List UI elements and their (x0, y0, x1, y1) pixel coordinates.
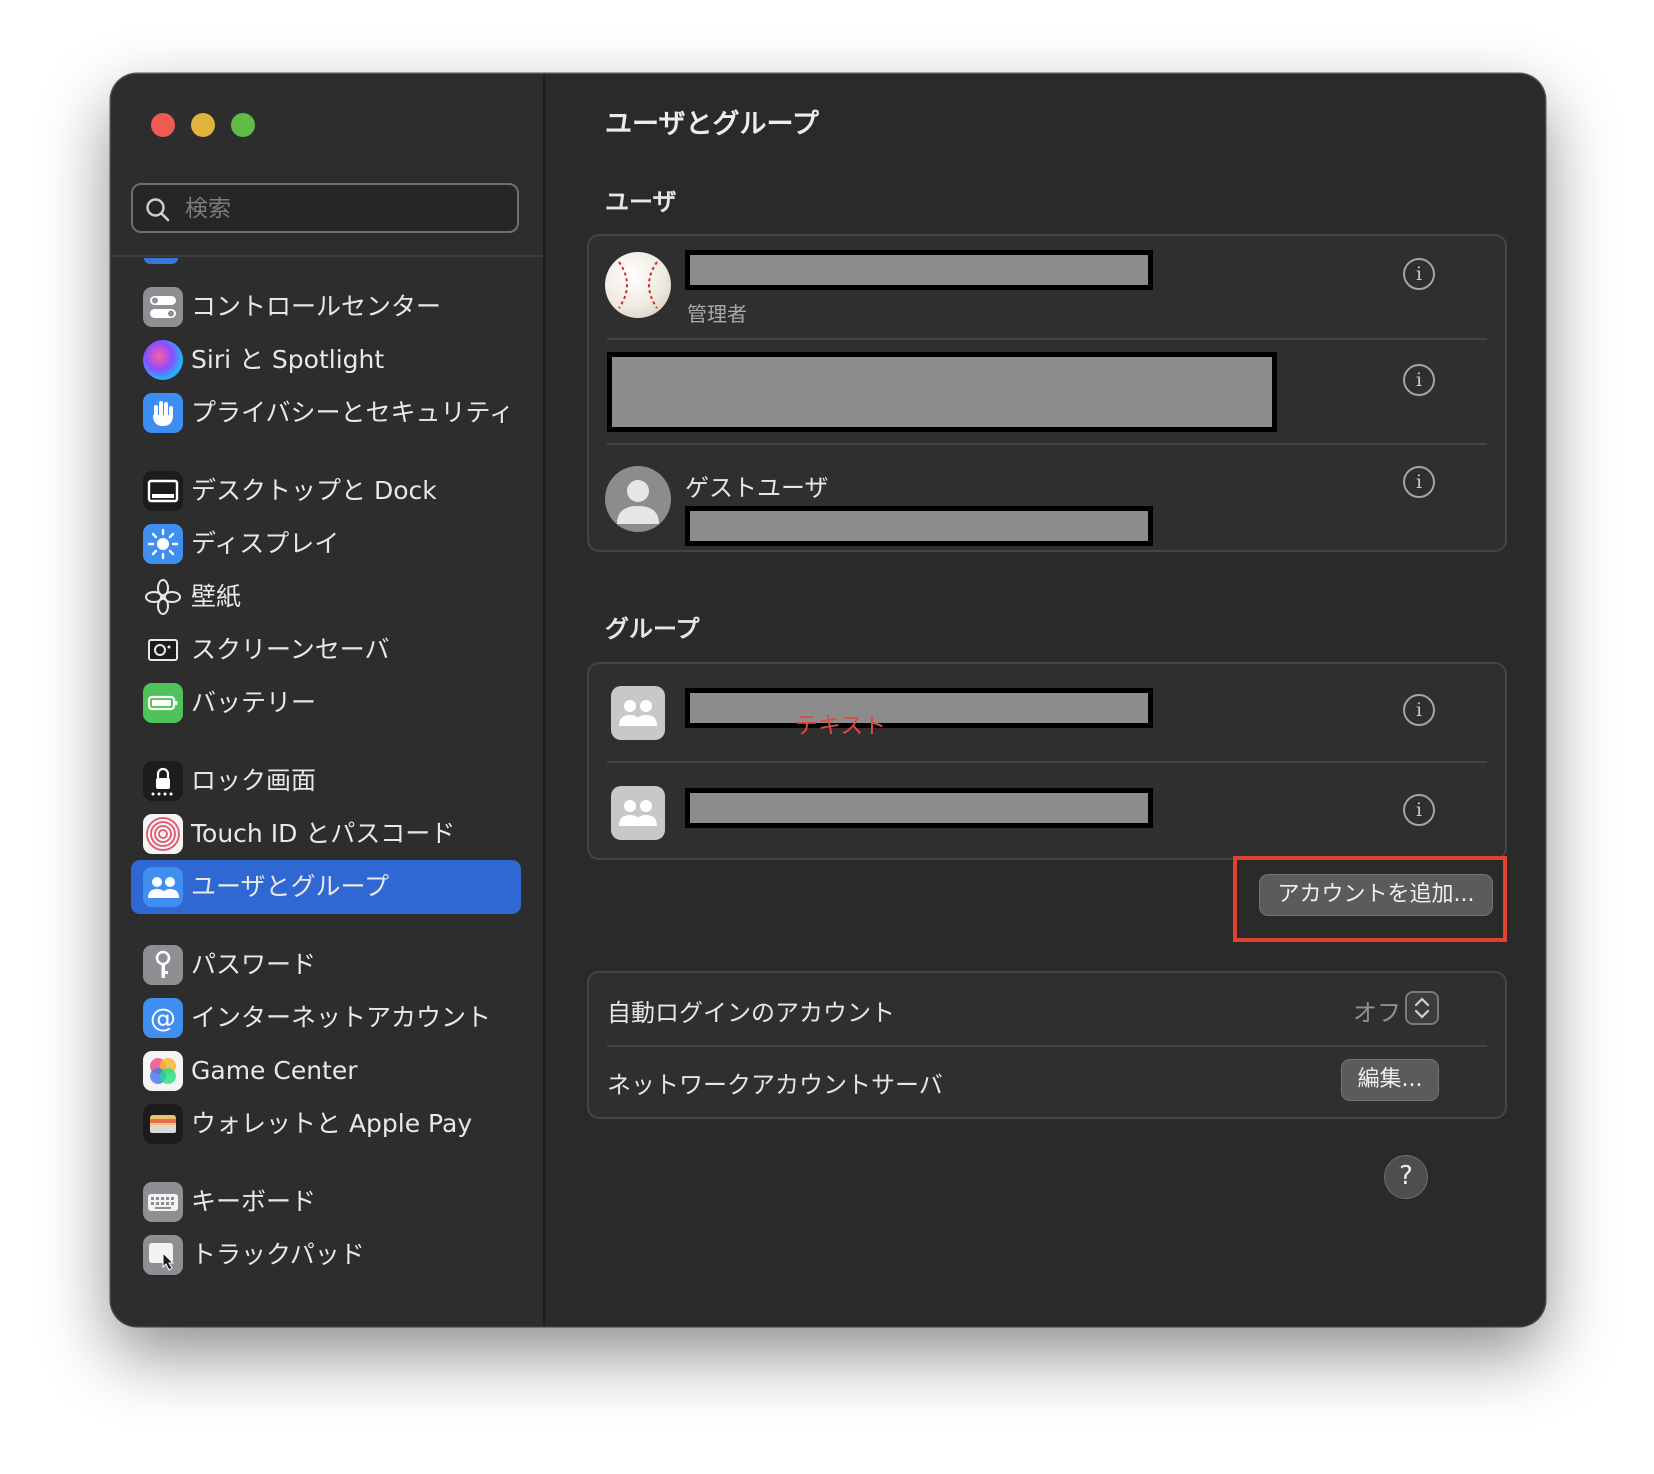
info-icon[interactable]: i (1403, 694, 1435, 726)
redacted-guest-status (685, 506, 1153, 546)
baseball-avatar (605, 252, 671, 318)
sidebar-item-touch-id[interactable]: Touch ID とパスコード (131, 807, 521, 861)
sidebar-item-desktop-dock[interactable]: デスクトップと Dock (131, 464, 521, 518)
search-input[interactable] (183, 193, 507, 225)
keyboard-icon (143, 1182, 183, 1222)
sidebar-item-trackpad[interactable]: トラックパッド (131, 1228, 521, 1282)
hand-icon (143, 393, 183, 433)
game-center-icon (143, 1051, 183, 1091)
screensaver-icon (143, 630, 183, 670)
sidebar-item-label: スクリーンセーバ (191, 635, 390, 664)
sidebar-item-screensaver[interactable]: スクリーンセーバ (131, 623, 521, 677)
control-center-icon (143, 287, 183, 327)
close-window-button[interactable] (151, 113, 175, 137)
group-icon (611, 686, 665, 740)
wallet-icon (143, 1104, 183, 1144)
auto-login-value[interactable]: オフ (1353, 993, 1401, 1028)
display-icon (143, 524, 183, 564)
sidebar-item-label: プライバシーとセキュリティ (191, 398, 515, 427)
row-separator (607, 443, 1487, 445)
help-button[interactable]: ? (1384, 1155, 1428, 1199)
auto-login-label: 自動ログインのアカウント (607, 999, 895, 1027)
minimize-window-button[interactable] (191, 113, 215, 137)
sidebar-divider (111, 255, 543, 257)
group-icon (611, 786, 665, 840)
auto-login-stepper[interactable] (1405, 991, 1439, 1025)
key-icon (143, 945, 183, 985)
sidebar-item-privacy-security[interactable]: プライバシーとセキュリティ (131, 386, 521, 440)
sidebar-item-label: 壁紙 (191, 582, 242, 611)
groups-section-title: グループ (605, 615, 700, 643)
admin-role-label: 管理者 (687, 302, 747, 326)
sidebar: コントロールセンター Siri と Spotlight プライバシーとセキュリテ… (111, 74, 545, 1326)
page-title: ユーザとグループ (605, 109, 819, 140)
redacted-user-row (607, 352, 1277, 432)
login-settings-panel: 自動ログインのアカウント オフ ネットワークアカウントサーバ 編集... (587, 971, 1507, 1119)
sidebar-item-keyboard[interactable]: キーボード (131, 1175, 521, 1229)
users-icon (143, 867, 183, 907)
trackpad-icon (143, 1235, 183, 1275)
sidebar-item-label: デスクトップと Dock (191, 476, 437, 505)
info-icon[interactable]: i (1403, 258, 1435, 290)
row-separator (607, 338, 1487, 340)
search-icon (146, 198, 170, 222)
sidebar-item-label: コントロールセンター (191, 292, 442, 321)
users-section-title: ユーザ (605, 188, 677, 216)
desktop-dock-icon (143, 471, 183, 511)
redacted-group-name (685, 788, 1153, 828)
add-account-button[interactable]: アカウントを追加... (1259, 874, 1493, 916)
sidebar-item-label: ウォレットと Apple Pay (191, 1109, 473, 1138)
edit-network-server-button[interactable]: 編集... (1341, 1059, 1439, 1101)
sidebar-item-passwords[interactable]: パスワード (131, 938, 521, 992)
info-icon[interactable]: i (1403, 364, 1435, 396)
overlay-text-annotation: テキスト (795, 713, 887, 739)
sidebar-item-label: Game Center (191, 1056, 358, 1085)
siri-icon (143, 340, 183, 380)
row-separator (607, 761, 1487, 763)
at-sign-icon: @ (143, 998, 183, 1038)
redacted-username (685, 250, 1153, 290)
svg-text:@: @ (150, 1004, 176, 1034)
groups-panel: テキスト i i (587, 662, 1507, 860)
search-box[interactable] (131, 183, 519, 233)
sidebar-item-siri-spotlight[interactable]: Siri と Spotlight (131, 333, 521, 387)
info-icon[interactable]: i (1403, 794, 1435, 826)
network-server-label: ネットワークアカウントサーバ (607, 1071, 943, 1099)
guest-user-name: ゲストユーザ (685, 474, 829, 502)
sidebar-item-battery[interactable]: バッテリー (131, 676, 521, 730)
sidebar-item-label: Touch ID とパスコード (191, 819, 456, 848)
settings-window: コントロールセンター Siri と Spotlight プライバシーとセキュリテ… (111, 74, 1545, 1326)
sidebar-item-label: ディスプレイ (191, 529, 340, 558)
chevron-up-down-icon (1414, 997, 1430, 1019)
row-separator (607, 1045, 1487, 1047)
battery-icon (143, 683, 183, 723)
sidebar-item-users-groups[interactable]: ユーザとグループ (131, 860, 521, 914)
sidebar-item-label: バッテリー (191, 688, 317, 717)
guest-avatar-icon (605, 466, 671, 532)
sidebar-item-display[interactable]: ディスプレイ (131, 517, 521, 571)
sidebar-item-wallet-apple-pay[interactable]: ウォレットと Apple Pay (131, 1097, 521, 1151)
sidebar-item-label: キーボード (191, 1187, 317, 1216)
sidebar-item-label: ユーザとグループ (191, 872, 390, 901)
info-icon[interactable]: i (1403, 466, 1435, 498)
scrolled-item-peek (144, 258, 178, 264)
sidebar-item-internet-accounts[interactable]: @ インターネットアカウント (131, 991, 521, 1045)
sidebar-item-lock-screen[interactable]: ロック画面 (131, 754, 521, 808)
sidebar-item-label: ロック画面 (191, 766, 317, 795)
wallpaper-icon (143, 577, 183, 617)
fingerprint-icon (143, 814, 183, 854)
sidebar-item-control-center[interactable]: コントロールセンター (131, 280, 521, 334)
zoom-window-button[interactable] (231, 113, 255, 137)
sidebar-item-label: インターネットアカウント (191, 1003, 492, 1032)
users-panel: 管理者 i i ゲストユーザ i (587, 234, 1507, 552)
sidebar-item-label: トラックパッド (191, 1240, 365, 1269)
lock-icon (143, 761, 183, 801)
sidebar-item-label: パスワード (191, 950, 317, 979)
sidebar-item-label: Siri と Spotlight (191, 345, 385, 374)
sidebar-item-wallpaper[interactable]: 壁紙 (131, 570, 521, 624)
redacted-group-name (685, 688, 1153, 728)
sidebar-item-game-center[interactable]: Game Center (131, 1044, 521, 1098)
